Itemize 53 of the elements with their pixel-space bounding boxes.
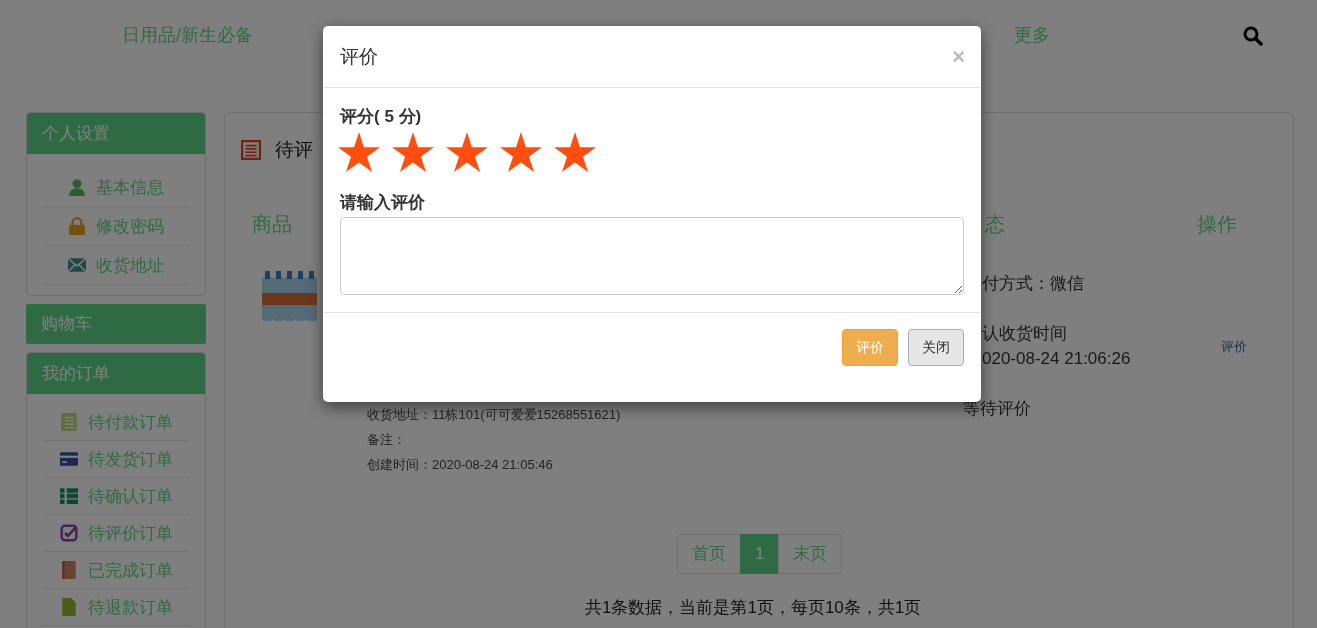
sidebar-item[interactable]: 修改密码 [42,207,190,246]
close-button[interactable]: 关闭 [908,329,964,366]
nav-link[interactable]: 更多 [1014,24,1050,46]
panel-header[interactable]: 个人设置 [27,113,205,154]
sidebar-item[interactable]: 收货地址 [42,246,190,285]
panel-header[interactable]: 购物车 [26,304,206,344]
submit-button[interactable]: 评价 [842,329,898,366]
envelope-icon [68,256,86,274]
star-icon[interactable] [392,132,434,172]
comment-label: 请输入评价 [340,192,426,214]
person-icon [68,178,86,196]
sidebar-item[interactable]: 待确认订单 [42,478,190,515]
comment-field[interactable] [340,217,964,295]
checkbox-icon [59,524,78,542]
pagination-summary: 共1条数据，当前是第1页，每页10条，共1页 [585,597,923,619]
panel-title: 待评 [275,138,313,162]
page-link[interactable]: 首页 [677,534,741,574]
sidebar-item[interactable]: 待评价订单 [42,515,190,552]
list-icon [59,487,78,505]
nav-link[interactable]: 日用品/新生必备 [122,24,253,46]
page-link[interactable]: 1 [740,534,780,574]
search-icon[interactable] [1243,26,1263,46]
column-header: 态 [984,212,1006,237]
book-icon [59,561,78,579]
review-link[interactable]: 评价 [1221,339,1247,354]
order-detail: 创建时间：2020-08-24 21:05:46 [367,456,554,474]
star-icon[interactable] [554,132,596,172]
order-status-text: 020-08-24 21:06:26 [981,348,1132,370]
rating-label: 评分( 5 分) [340,106,423,128]
ledger-icon [59,413,78,431]
close-button[interactable]: × [952,46,965,67]
order-status-text: 付方式：微信 [981,273,1085,295]
card-icon [59,450,78,468]
star-icon[interactable] [338,132,380,172]
sidebar-item[interactable]: 已完成订单 [42,552,190,589]
column-header: 操作 [1196,212,1238,237]
dialog-title: 评价 [340,44,378,69]
order-detail: 收货地址：11栋101(可可爱爱15268551621) [367,406,622,424]
sidebar-item[interactable]: 待发货订单 [42,441,190,478]
order-detail: 备注： [367,431,407,449]
star-icon[interactable] [500,132,542,172]
page-link[interactable]: 末页 [778,534,843,574]
order-status-text: 认收货时间 [981,323,1068,345]
document-icon [59,598,78,616]
list-icon [241,140,261,160]
column-header: 商品 [252,212,293,237]
star-icon[interactable] [446,132,488,172]
panel-header[interactable]: 我的订单 [27,353,205,394]
star-rating[interactable] [338,132,596,172]
sidebar-item[interactable]: 待退款订单 [42,589,190,626]
sidebar-item[interactable]: 基本信息 [42,168,190,207]
lock-icon [68,217,86,235]
sidebar-item[interactable]: 待付款订单 [42,404,190,441]
